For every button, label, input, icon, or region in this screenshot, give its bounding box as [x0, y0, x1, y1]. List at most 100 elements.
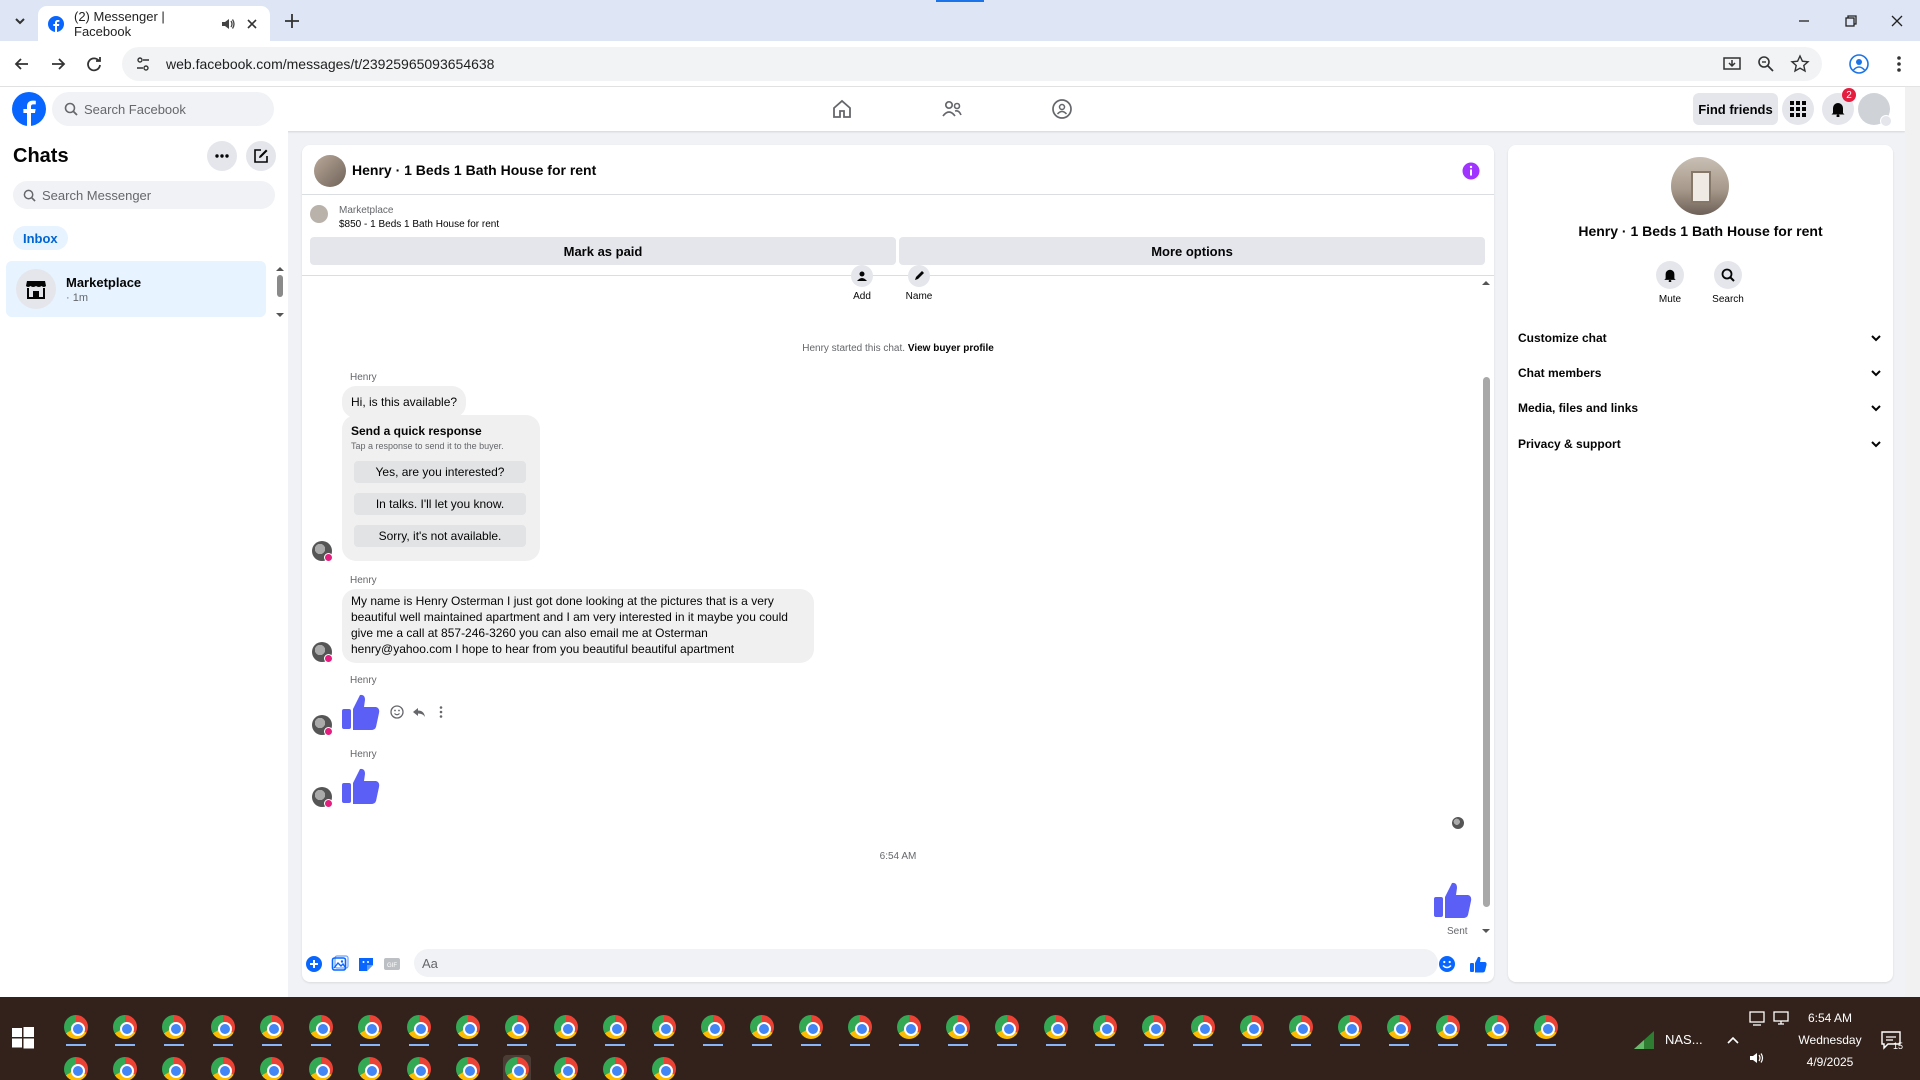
find-friends-button[interactable]: Find friends: [1693, 93, 1778, 125]
network-label[interactable]: NAS...: [1665, 1032, 1703, 1047]
message-input-box[interactable]: [414, 949, 1438, 977]
chrome-taskbar-icon[interactable]: [1287, 1013, 1315, 1046]
chrome-taskbar-icon[interactable]: [846, 1013, 874, 1046]
mark-as-paid-button[interactable]: Mark as paid: [310, 237, 896, 265]
browser-tab-messenger[interactable]: (2) Messenger | Facebook: [38, 6, 270, 41]
listing-summary[interactable]: $850 - 1 Beds 1 Bath House for rent: [339, 219, 499, 230]
conversation-title[interactable]: Henry · 1 Beds 1 Bath House for rent: [352, 162, 596, 178]
privacy-support-section[interactable]: Privacy & support: [1518, 429, 1883, 459]
close-tab-icon[interactable]: [244, 16, 260, 32]
quick-response-option[interactable]: Yes, are you interested?: [354, 461, 526, 483]
chrome-taskbar-icon[interactable]: [699, 1013, 727, 1046]
new-tab-icon[interactable]: [281, 10, 303, 32]
minimize-window-icon[interactable]: [1793, 10, 1815, 32]
messenger-search-box[interactable]: [13, 181, 275, 209]
chrome-taskbar-icon[interactable]: [503, 1055, 531, 1080]
chrome-taskbar-icon[interactable]: [552, 1013, 580, 1046]
system-clock[interactable]: 6:54 AM Wednesday 4/9/2025: [1780, 1007, 1880, 1073]
tab-search-icon[interactable]: [9, 10, 31, 32]
chrome-taskbar-icon[interactable]: [62, 1013, 90, 1046]
photo-icon[interactable]: [331, 955, 349, 973]
message-bubble[interactable]: Hi, is this available?: [342, 386, 467, 418]
omnibox[interactable]: web.facebook.com/messages/t/239259650936…: [122, 47, 1822, 81]
mute-button[interactable]: Mute: [1645, 261, 1695, 305]
chrome-taskbar-icon[interactable]: [944, 1013, 972, 1046]
sticker-icon[interactable]: [357, 955, 375, 973]
chrome-taskbar-icon[interactable]: [601, 1013, 629, 1046]
chrome-taskbar-icon[interactable]: [111, 1013, 139, 1046]
facebook-logo-icon[interactable]: [12, 92, 46, 126]
chrome-taskbar-icon[interactable]: [405, 1013, 433, 1046]
facebook-search-input[interactable]: [84, 101, 254, 117]
chrome-taskbar-icon[interactable]: [160, 1013, 188, 1046]
chrome-taskbar-icon[interactable]: [895, 1013, 923, 1046]
conversation-info-icon[interactable]: [1462, 162, 1480, 180]
listing-photo-avatar[interactable]: [1671, 157, 1729, 215]
chrome-taskbar-icon[interactable]: [356, 1055, 384, 1080]
bookmark-star-icon[interactable]: [1790, 54, 1810, 74]
chrome-taskbar-icon[interactable]: [1483, 1013, 1511, 1046]
volume-icon[interactable]: [1748, 1049, 1766, 1067]
chrome-taskbar-icon[interactable]: [209, 1013, 237, 1046]
messenger-search-input[interactable]: [42, 187, 262, 203]
chrome-taskbar-icon[interactable]: [1238, 1013, 1266, 1046]
sidebar-scrollbar[interactable]: [274, 263, 286, 321]
thumbs-up-icon[interactable]: [340, 691, 382, 733]
chrome-taskbar-icon[interactable]: [601, 1055, 629, 1080]
chrome-taskbar-icon[interactable]: [993, 1013, 1021, 1046]
henry-avatar[interactable]: [312, 541, 333, 562]
chrome-taskbar-icon[interactable]: [503, 1013, 531, 1046]
chrome-taskbar-icon[interactable]: [797, 1013, 825, 1046]
chrome-taskbar-icon[interactable]: [258, 1013, 286, 1046]
chrome-taskbar-icon[interactable]: [307, 1055, 335, 1080]
chat-scrollbar[interactable]: [1480, 277, 1492, 937]
chrome-taskbar-icon[interactable]: [1140, 1013, 1168, 1046]
chrome-taskbar-icon[interactable]: [748, 1013, 776, 1046]
new-message-button[interactable]: [246, 141, 276, 171]
more-options-button[interactable]: More options: [899, 237, 1485, 265]
home-icon[interactable]: [830, 97, 854, 121]
henry-avatar[interactable]: [312, 642, 333, 663]
audio-playing-icon[interactable]: [220, 16, 236, 32]
conversation-avatar[interactable]: [314, 155, 346, 187]
menu-grid-button[interactable]: [1782, 93, 1814, 125]
chrome-taskbar-icon[interactable]: [454, 1055, 482, 1080]
emoji-icon[interactable]: [1438, 955, 1456, 973]
chrome-taskbar-icon[interactable]: [1532, 1013, 1560, 1046]
chrome-taskbar-icon[interactable]: [552, 1055, 580, 1080]
install-app-icon[interactable]: [1722, 54, 1742, 74]
cast-icon[interactable]: [1748, 1009, 1766, 1027]
search-in-conversation-button[interactable]: Search: [1703, 261, 1753, 305]
close-window-icon[interactable]: [1886, 10, 1908, 32]
chat-members-section[interactable]: Chat members: [1518, 358, 1883, 388]
message-input[interactable]: [422, 955, 1402, 971]
show-hidden-icons-chevron-up-icon[interactable]: [1724, 1031, 1742, 1049]
chrome-taskbar-icon[interactable]: [650, 1013, 678, 1046]
zoom-icon[interactable]: [1756, 54, 1776, 74]
chrome-taskbar-icon[interactable]: [1336, 1013, 1364, 1046]
add-people-button[interactable]: Add: [842, 265, 882, 302]
back-arrow-icon[interactable]: [11, 53, 33, 75]
chrome-taskbar-icon[interactable]: [160, 1055, 188, 1080]
url-text[interactable]: web.facebook.com/messages/t/239259650936…: [166, 56, 1708, 72]
chrome-taskbar-icon[interactable]: [111, 1055, 139, 1080]
quick-response-option[interactable]: In talks. I'll let you know.: [354, 493, 526, 515]
plus-circle-icon[interactable]: [305, 955, 323, 973]
media-files-links-section[interactable]: Media, files and links: [1518, 393, 1883, 423]
scroll-down-icon[interactable]: [1480, 925, 1492, 937]
more-vertical-icon[interactable]: [434, 705, 448, 719]
friends-icon[interactable]: [940, 97, 964, 121]
chrome-taskbar-icon[interactable]: [1434, 1013, 1462, 1046]
windows-start-icon[interactable]: [12, 1027, 34, 1049]
chrome-taskbar-icon[interactable]: [1091, 1013, 1119, 1046]
chrome-taskbar-icon[interactable]: [650, 1055, 678, 1080]
facebook-search-box[interactable]: [52, 92, 274, 126]
inbox-filter-tab[interactable]: Inbox: [13, 226, 68, 250]
sent-thumbs-up-icon[interactable]: [1432, 879, 1474, 921]
gif-icon[interactable]: GIF: [383, 955, 401, 973]
chat-scrollbar-thumb[interactable]: [1483, 377, 1490, 907]
chrome-taskbar-icon[interactable]: [307, 1013, 335, 1046]
reply-icon[interactable]: [412, 705, 426, 719]
account-chevron-down-icon[interactable]: [1880, 115, 1892, 127]
message-bubble[interactable]: My name is Henry Osterman I just got don…: [342, 589, 814, 663]
